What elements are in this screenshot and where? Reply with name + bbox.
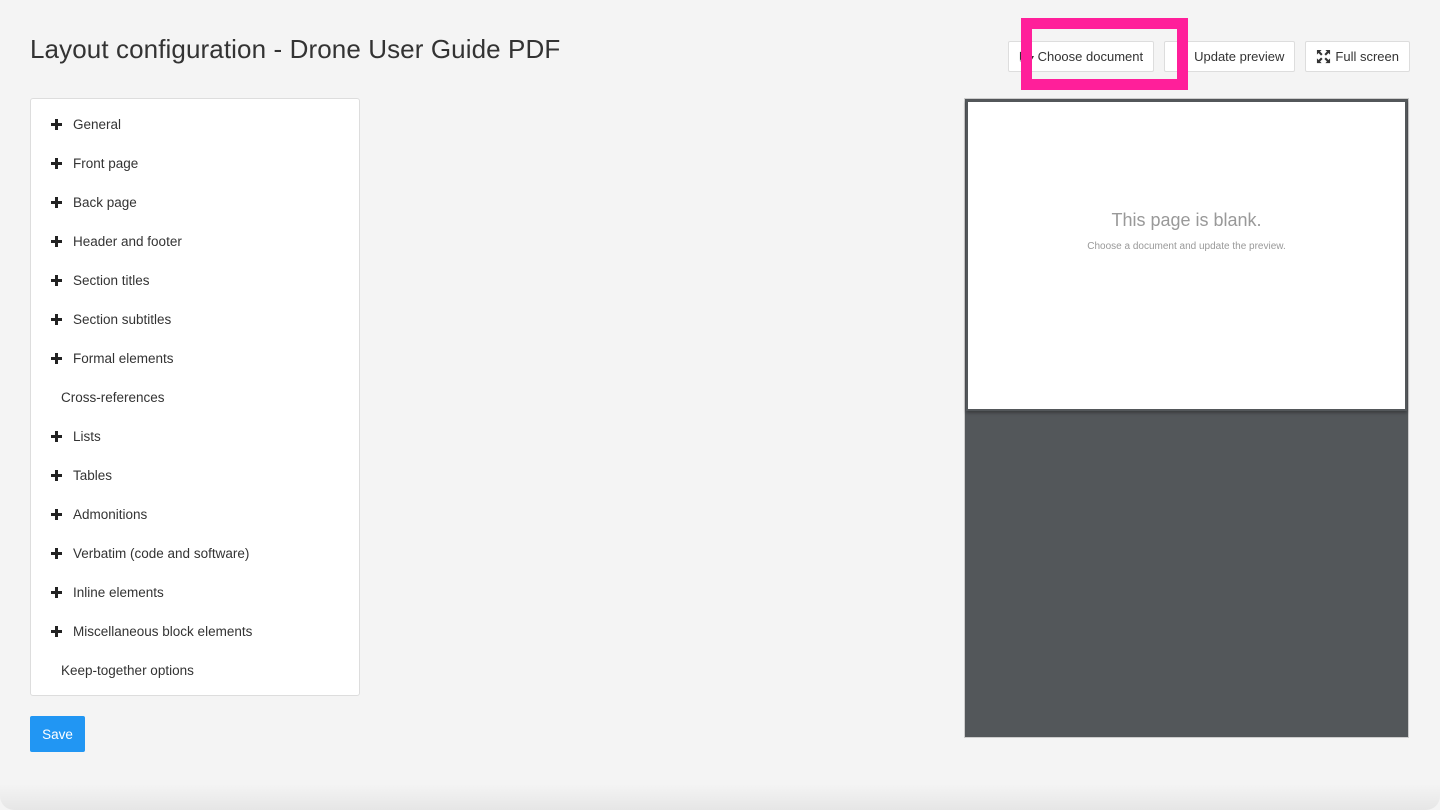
full-screen-button[interactable]: Full screen [1305,41,1410,72]
section-front-page[interactable]: Front page [31,144,359,183]
plus-icon [51,626,62,637]
section-label: Lists [73,429,101,444]
choose-document-label: Choose document [1037,49,1144,64]
full-screen-label: Full screen [1335,49,1399,64]
section-lists[interactable]: Lists [31,417,359,456]
plus-icon [51,470,62,481]
section-label: Keep-together options [61,663,194,678]
plus-icon [51,587,62,598]
section-misc-block-elements[interactable]: Miscellaneous block elements [31,612,359,651]
preview-pane: This page is blank. Choose a document an… [964,98,1409,738]
plus-icon [51,119,62,130]
section-verbatim[interactable]: Verbatim (code and software) [31,534,359,573]
settings-sections-panel: General Front page Back page Header and … [30,98,360,696]
blank-page-subtitle: Choose a document and update the preview… [1087,241,1286,252]
section-label: Formal elements [73,351,174,366]
update-preview-button[interactable]: Update preview [1164,41,1296,72]
folder-open-icon [1019,51,1034,62]
page-title: Layout configuration - Drone User Guide … [30,34,561,64]
blank-page-title: This page is blank. [1111,210,1262,230]
section-general[interactable]: General [31,105,359,144]
section-label: Admonitions [73,507,148,522]
section-label: Section titles [73,273,150,288]
section-label: Header and footer [73,234,182,249]
section-label: Verbatim (code and software) [73,546,250,561]
plus-icon [51,353,62,364]
section-label: Back page [73,195,137,210]
section-tables[interactable]: Tables [31,456,359,495]
plus-icon [51,431,62,442]
section-label: Miscellaneous block elements [73,624,253,639]
section-section-subtitles[interactable]: Section subtitles [31,300,359,339]
section-cross-references[interactable]: Cross-references [31,378,359,417]
choose-document-button[interactable]: Choose document [1007,41,1155,72]
section-label: Inline elements [73,585,164,600]
section-admonitions[interactable]: Admonitions [31,495,359,534]
section-formal-elements[interactable]: Formal elements [31,339,359,378]
section-back-page[interactable]: Back page [31,183,359,222]
preview-page: This page is blank. Choose a document an… [966,100,1407,411]
plus-icon [51,236,62,247]
section-label: General [73,117,122,132]
section-label: Cross-references [61,390,165,405]
section-header-and-footer[interactable]: Header and footer [31,222,359,261]
plus-icon [51,197,62,208]
plus-icon [51,275,62,286]
save-button[interactable]: Save [30,716,85,752]
section-label: Section subtitles [73,312,172,327]
update-preview-label: Update preview [1194,49,1285,64]
section-label: Tables [73,468,113,483]
section-section-titles[interactable]: Section titles [31,261,359,300]
plus-icon [51,158,62,169]
expand-icon [1317,49,1331,64]
plus-icon [51,548,62,559]
refresh-icon [1177,50,1189,63]
section-keep-together-options[interactable]: Keep-together options [31,651,359,690]
app-window: Layout configuration - Drone User Guide … [0,0,1440,810]
section-inline-elements[interactable]: Inline elements [31,573,359,612]
section-label: Front page [73,156,139,171]
toolbar: Choose document Update preview Full scre… [1007,41,1410,72]
plus-icon [51,509,62,520]
plus-icon [51,314,62,325]
